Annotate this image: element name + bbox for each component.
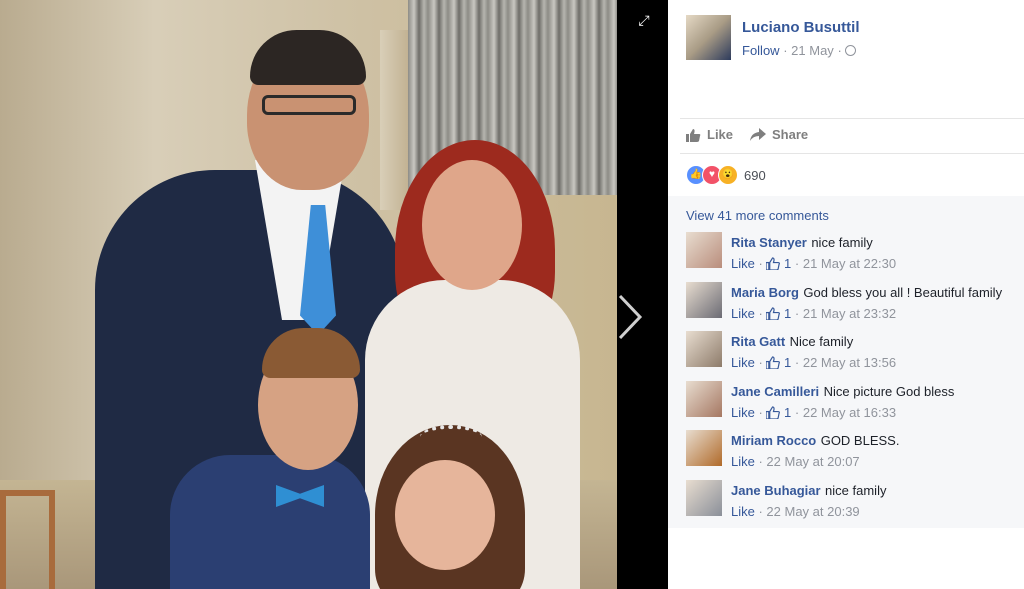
like-thumb-icon <box>766 306 781 320</box>
comment-item: Jane Camilleri Nice picture God bless Lik… <box>686 380 1016 421</box>
comments-section: View 41 more comments Rita Stanyer nice … <box>668 196 1024 528</box>
author-name[interactable]: Luciano Busuttil <box>742 19 860 36</box>
photo-boy-body <box>170 455 370 589</box>
comment-like-count[interactable]: 1 <box>784 405 791 420</box>
comment-like-count[interactable]: 1 <box>784 355 791 370</box>
author-avatar[interactable] <box>686 15 731 60</box>
comment-like-button[interactable]: Like <box>731 454 755 469</box>
comment-timestamp[interactable]: 21 May at 23:32 <box>803 306 896 321</box>
comment-author[interactable]: Jane Camilleri <box>731 384 819 399</box>
comment-meta: Like · 1 · 22 May at 13:56 <box>731 355 897 370</box>
photo-chair <box>0 490 55 589</box>
photo-viewer: ⤢ <box>0 0 668 589</box>
expand-icon[interactable]: ⤢ <box>636 12 652 28</box>
comment-like-button[interactable]: Like <box>731 504 755 519</box>
comment-like-count[interactable]: 1 <box>784 306 791 321</box>
comment-like-button[interactable]: Like <box>731 306 755 321</box>
comment-timestamp[interactable]: 22 May at 16:33 <box>803 405 896 420</box>
comment-avatar[interactable] <box>686 479 722 516</box>
photo-girl-face <box>395 460 495 570</box>
comment-item: Rita Gatt Nice family Like · 1 · 22 May a… <box>686 331 1016 371</box>
comment-text: Nice picture God bless <box>823 383 955 399</box>
comment-item: Rita Stanyer nice family Like · 1 · 21 Ma… <box>686 232 1016 272</box>
comment-body: Maria Borg God bless you all ! Beautiful… <box>731 284 1002 302</box>
like-button[interactable]: Like <box>686 127 733 142</box>
comment-item: Miriam Rocco GOD BLESS. Like · 22 May at … <box>686 430 1016 470</box>
post-actions: Like Share <box>680 118 1024 154</box>
photo-glasses <box>262 95 356 115</box>
post-photo[interactable] <box>0 0 617 589</box>
comment-like-button[interactable]: Like <box>731 355 755 370</box>
comment-meta: Like · 22 May at 20:39 <box>731 503 860 519</box>
comment-text: GOD BLESS. <box>820 433 900 448</box>
meta-separator: · <box>783 43 788 58</box>
share-label: Share <box>772 127 809 142</box>
comment-text: God bless you all ! Beautiful family <box>803 284 1003 300</box>
comment-item: Jane Buhagiar nice family Like · 22 May a… <box>686 479 1016 520</box>
comment-text: Nice family <box>789 334 854 349</box>
comment-body: Miriam Rocco GOD BLESS. <box>731 432 899 450</box>
comment-timestamp[interactable]: 21 May at 22:30 <box>803 256 896 271</box>
comment-like-count[interactable]: 1 <box>784 256 791 271</box>
comment-item: Maria Borg God bless you all ! Beautiful… <box>686 281 1016 322</box>
comment-body: Rita Stanyer nice family <box>731 234 873 252</box>
view-more-comments-link[interactable]: View 41 more comments <box>686 208 829 223</box>
comment-avatar[interactable] <box>686 430 722 466</box>
comment-text: nice family <box>825 482 887 498</box>
photo-woman-face <box>422 160 522 290</box>
next-arrow-icon[interactable] <box>616 292 646 342</box>
comment-author[interactable]: Miriam Rocco <box>731 433 816 448</box>
comment-avatar[interactable] <box>686 232 722 268</box>
like-thumb-icon <box>766 356 781 369</box>
comment-timestamp[interactable]: 22 May at 13:56 <box>803 355 896 370</box>
comment-avatar[interactable] <box>686 331 722 367</box>
like-thumb-icon <box>766 257 781 270</box>
globe-icon <box>845 45 857 56</box>
post-date[interactable]: 21 May <box>791 43 834 58</box>
comment-avatar[interactable] <box>686 281 722 318</box>
comment-meta: Like · 1 · 21 May at 23:32 <box>731 305 897 321</box>
follow-link[interactable]: Follow <box>742 43 780 58</box>
share-button[interactable]: Share <box>750 127 808 142</box>
comment-author[interactable]: Rita Gatt <box>731 334 785 349</box>
comment-text: nice family <box>811 235 873 250</box>
comment-body: Jane Buhagiar nice family <box>731 482 886 500</box>
comment-author[interactable]: Rita Stanyer <box>731 235 807 250</box>
wow-reaction-icon: 😮 <box>718 165 738 185</box>
share-arrow-icon <box>750 127 766 141</box>
comment-meta: Like · 22 May at 20:07 <box>731 454 860 469</box>
photo-man-hair <box>250 30 366 85</box>
comment-like-button[interactable]: Like <box>731 405 755 420</box>
reaction-summary[interactable]: 👍 ♥ 😮 690 <box>686 165 766 185</box>
comment-meta: Like · 1 · 22 May at 16:33 <box>731 404 897 420</box>
meta-separator-2: · <box>837 43 842 58</box>
like-thumb-icon <box>686 128 701 142</box>
reaction-count: 690 <box>744 167 766 183</box>
comment-author[interactable]: Maria Borg <box>731 285 799 300</box>
comment-body: Jane Camilleri Nice picture God bless <box>731 383 954 401</box>
like-label: Like <box>707 127 734 142</box>
like-thumb-icon <box>766 405 781 419</box>
comment-body: Rita Gatt Nice family <box>731 333 853 351</box>
post-header: Luciano Busuttil Follow · 21 May · <box>686 15 1016 61</box>
photo-tiara <box>420 425 482 449</box>
post-meta: Follow · 21 May · <box>742 43 857 58</box>
comment-author[interactable]: Jane Buhagiar <box>731 483 821 498</box>
comment-meta: Like · 1 · 21 May at 22:30 <box>731 256 897 271</box>
comment-timestamp[interactable]: 22 May at 20:39 <box>766 504 859 519</box>
comment-like-button[interactable]: Like <box>731 256 755 271</box>
comment-timestamp[interactable]: 22 May at 20:07 <box>766 454 859 469</box>
comment-avatar[interactable] <box>686 380 722 417</box>
